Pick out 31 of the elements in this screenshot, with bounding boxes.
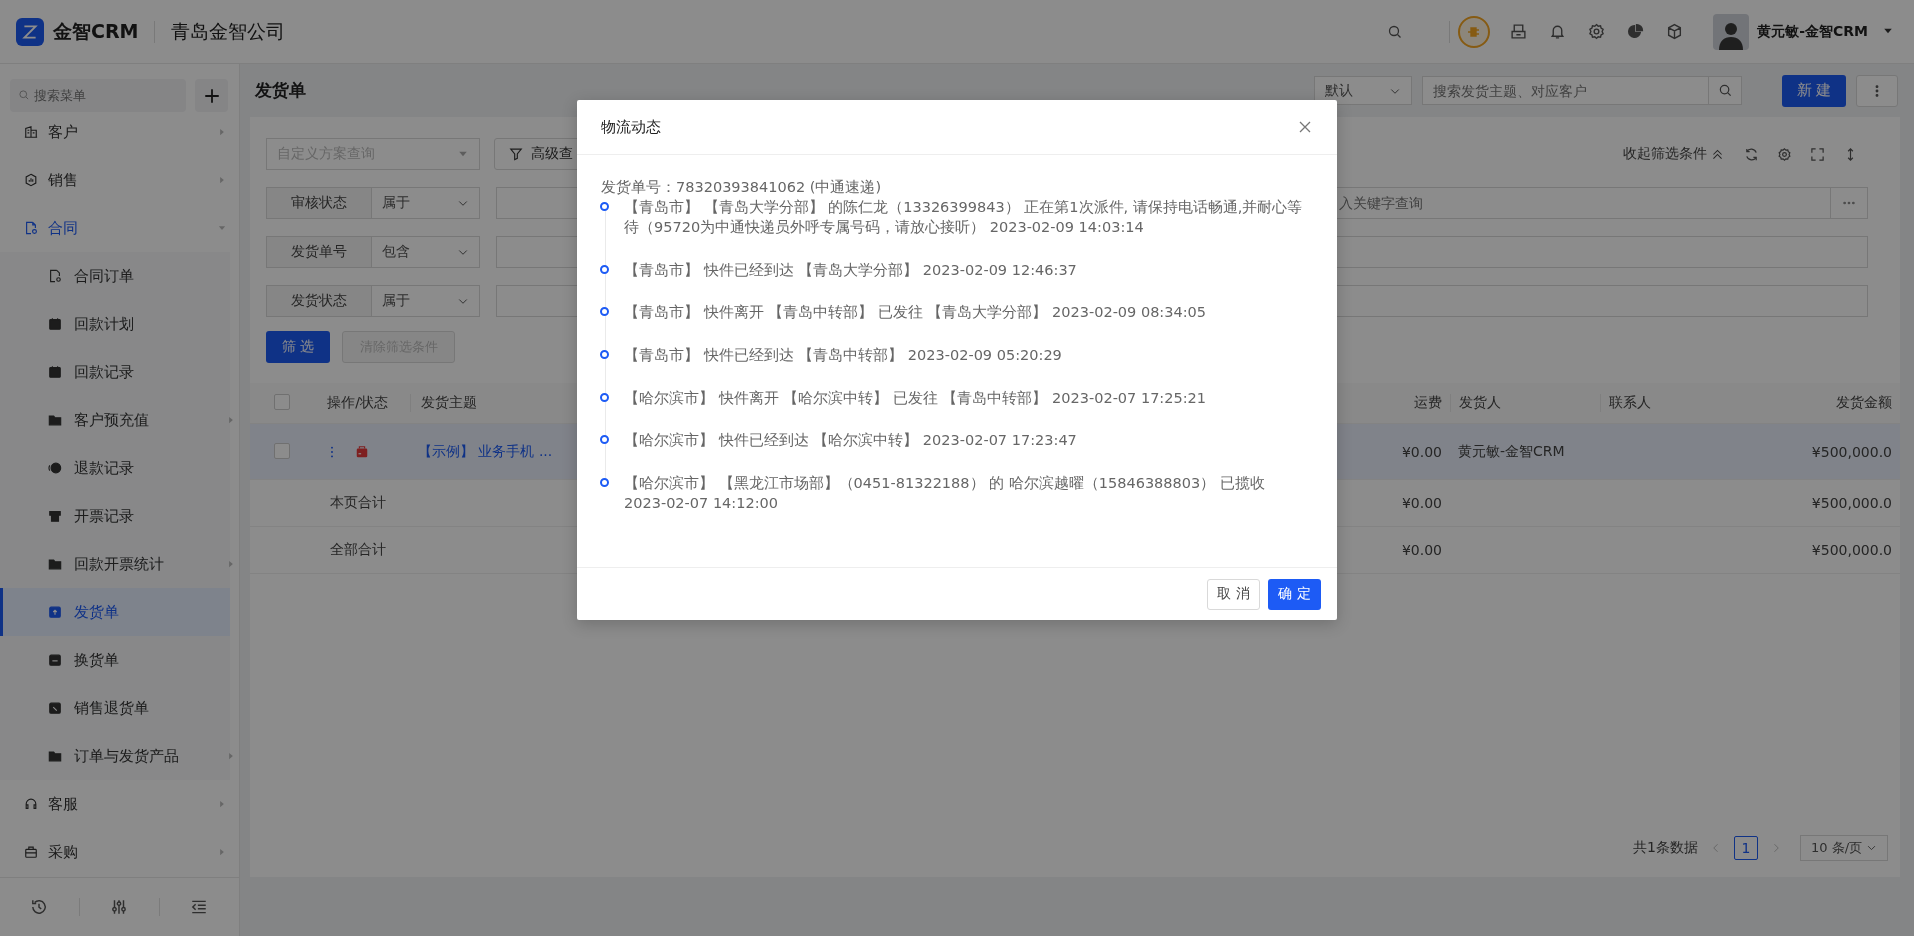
table-cell-text: ¥0.00: [1400, 495, 1443, 511]
tracking-number: 发货单号：78320393841062 (中通速递): [601, 178, 882, 197]
filter-label: 发货单号: [266, 236, 372, 268]
table-cell-text: ¥0.00: [1400, 542, 1443, 558]
tracking-event: 【青岛市】 【青岛大学分部】 的陈仁龙（13326399843） 正在第1次派件, 请保持电话畅通,并耐心等待（95720为中通快递员外呼专属号码，请放心接听） 2023-02-09 14:03:14: [624, 198, 1304, 237]
filter-label: 审核状态: [266, 187, 372, 219]
table-cell-text: ¥500,000.0: [1810, 542, 1893, 558]
column-header: 发货主题: [410, 394, 560, 412]
column-header: 运费: [1413, 394, 1443, 412]
tracking-event: 【青岛市】 快件已经到达 【青岛大学分部】 2023-02-09 12:46:37: [624, 260, 1078, 280]
column-header: 发货金额: [1835, 394, 1893, 412]
filter-label: 发货状态: [266, 285, 372, 317]
brand-name: 金智CRM: [53, 18, 139, 44]
table-cell: 全部合计: [329, 541, 386, 559]
total-count: 共1条数据: [1633, 838, 1698, 857]
tracking-event: 【青岛市】 快件离开 【青岛中转部】 已发往 【青岛大学分部】 2023-02-09 08:34:05: [624, 303, 1208, 323]
column-header: 联系人: [1600, 394, 1750, 412]
tracking-event: 【哈尔滨市】 快件已经到达 【哈尔滨中转】 2023-02-07 17:23:47: [624, 431, 1078, 451]
company-name: 青岛金智公司: [171, 18, 286, 44]
tracking-event: 【青岛市】 快件已经到达 【青岛中转部】 2023-02-09 05:20:29: [624, 346, 1063, 366]
dialog-title: 物流动态: [601, 117, 662, 137]
tracking-event: 【哈尔滨市】 快件离开 【哈尔滨中转】 已发往 【青岛中转部】 2023-02-07 17:25:21: [624, 388, 1208, 408]
table-cell: 本页合计: [329, 494, 386, 512]
table-cell-text: ¥500,000.0: [1810, 495, 1893, 511]
table-cell-text: 黄元敏-金智CRM: [1457, 442, 1566, 461]
page-title: 发货单: [255, 79, 307, 102]
tracking-event: 【哈尔滨市】 【黑龙江市场部】（0451-81322188） 的 哈尔滨越曜（15846388803） 已揽收 2023-02-07 14:12:00: [624, 474, 1266, 514]
table-cell-text: ¥0.00: [1400, 443, 1443, 460]
table-cell-text: ¥500,000.0: [1810, 443, 1893, 460]
column-header: 操作/状态: [327, 394, 388, 412]
column-header: 发货人: [1450, 394, 1600, 412]
